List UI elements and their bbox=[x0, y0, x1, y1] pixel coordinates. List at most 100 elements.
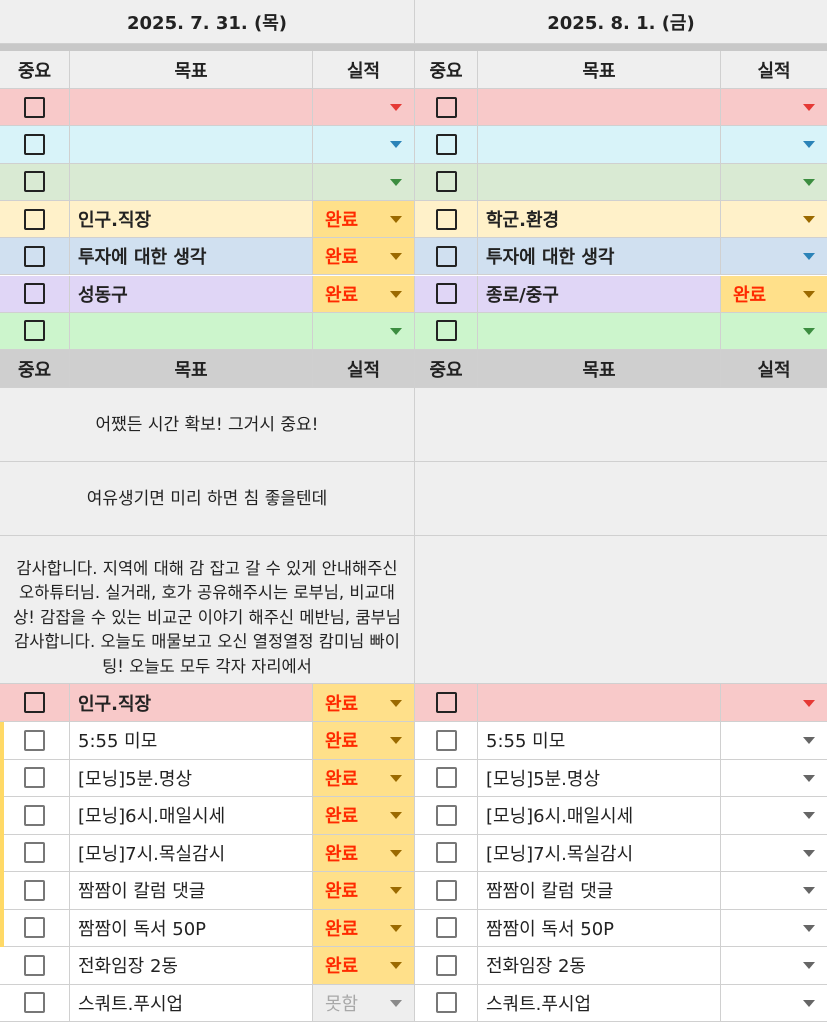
checkbox[interactable] bbox=[24, 245, 45, 267]
goal-cell[interactable] bbox=[70, 163, 313, 201]
checkbox[interactable] bbox=[24, 283, 45, 305]
goal-cell[interactable]: [모닝]7시.목실감시 bbox=[478, 834, 721, 872]
col-result-left-2[interactable]: 실적 bbox=[313, 350, 415, 388]
goal-cell[interactable] bbox=[70, 126, 313, 164]
goal-cell[interactable]: 5:55 미모 bbox=[70, 722, 313, 760]
goal-cell[interactable]: 인구.직장 bbox=[70, 684, 313, 722]
checkbox[interactable] bbox=[24, 879, 45, 901]
result-dropdown[interactable] bbox=[313, 126, 415, 164]
result-dropdown[interactable]: 완료 bbox=[313, 238, 415, 276]
checkbox[interactable] bbox=[24, 954, 45, 976]
checkbox[interactable] bbox=[435, 879, 457, 901]
result-dropdown[interactable] bbox=[721, 89, 827, 127]
goal-cell[interactable]: [모닝]5분.명상 bbox=[478, 759, 721, 797]
checkbox[interactable] bbox=[435, 954, 457, 976]
goal-cell[interactable] bbox=[70, 89, 313, 127]
checkbox[interactable] bbox=[24, 842, 45, 864]
result-dropdown[interactable] bbox=[721, 313, 827, 351]
col-goal-left-2[interactable]: 목표 bbox=[70, 350, 313, 388]
goal-cell[interactable]: 5:55 미모 bbox=[478, 722, 721, 760]
checkbox[interactable] bbox=[435, 245, 457, 267]
checkbox[interactable] bbox=[435, 804, 457, 826]
checkbox[interactable] bbox=[435, 96, 457, 118]
col-result-right[interactable]: 실적 bbox=[721, 51, 827, 89]
checkbox[interactable] bbox=[24, 96, 45, 118]
checkbox[interactable] bbox=[24, 917, 45, 939]
date-right[interactable]: 2025. 8. 1. (금) bbox=[415, 0, 827, 44]
checkbox[interactable] bbox=[435, 320, 457, 342]
checkbox[interactable] bbox=[24, 729, 45, 751]
goal-cell[interactable]: 짬짬이 독서 50P bbox=[478, 909, 721, 947]
goal-cell[interactable]: 스쿼트.푸시업 bbox=[478, 984, 721, 1022]
result-dropdown[interactable]: 완료 bbox=[313, 947, 415, 985]
checkbox[interactable] bbox=[24, 804, 45, 826]
checkbox[interactable] bbox=[24, 133, 45, 155]
memo-cell-1-right[interactable] bbox=[415, 388, 827, 462]
memo-cell-2-right[interactable] bbox=[415, 462, 827, 536]
goal-cell[interactable] bbox=[478, 89, 721, 127]
result-dropdown[interactable]: 완료 bbox=[313, 722, 415, 760]
result-dropdown[interactable] bbox=[721, 797, 827, 835]
col-goal-right-2[interactable]: 목표 bbox=[478, 350, 721, 388]
result-dropdown[interactable]: 완료 bbox=[313, 759, 415, 797]
checkbox[interactable] bbox=[435, 208, 457, 230]
result-dropdown[interactable] bbox=[721, 201, 827, 239]
goal-cell[interactable]: [모닝]5분.명상 bbox=[70, 759, 313, 797]
checkbox[interactable] bbox=[435, 729, 457, 751]
result-dropdown[interactable]: 완료 bbox=[313, 684, 415, 722]
result-dropdown[interactable] bbox=[721, 835, 827, 872]
goal-cell[interactable]: [모닝]7시.목실감시 bbox=[70, 834, 313, 872]
checkbox[interactable] bbox=[435, 171, 457, 193]
col-importance-right[interactable]: 중요 bbox=[415, 51, 478, 89]
result-dropdown[interactable] bbox=[313, 312, 415, 351]
checkbox[interactable] bbox=[435, 842, 457, 864]
result-dropdown[interactable] bbox=[721, 684, 827, 722]
checkbox[interactable] bbox=[435, 283, 457, 305]
result-dropdown[interactable] bbox=[721, 238, 827, 276]
goal-cell[interactable]: 전화임장 2동 bbox=[70, 947, 313, 985]
goal-cell[interactable] bbox=[478, 684, 721, 722]
checkbox[interactable] bbox=[24, 171, 45, 193]
memo-cell-3[interactable]: 감사합니다. 지역에 대해 감 잡고 갈 수 있게 안내해주신 오하튜터님. 실… bbox=[0, 536, 415, 684]
result-dropdown[interactable] bbox=[721, 760, 827, 797]
col-importance-right-2[interactable]: 중요 bbox=[415, 350, 478, 388]
result-dropdown[interactable]: 완료 bbox=[313, 200, 415, 239]
goal-cell[interactable] bbox=[478, 163, 721, 201]
checkbox[interactable] bbox=[435, 917, 457, 939]
result-dropdown[interactable] bbox=[313, 89, 415, 127]
goal-cell[interactable]: 전화임장 2동 bbox=[478, 947, 721, 985]
memo-cell-1[interactable]: 어쨌든 시간 확보! 그거시 중요! bbox=[0, 388, 415, 462]
memo-cell-3-right[interactable] bbox=[415, 536, 827, 684]
date-left[interactable]: 2025. 7. 31. (목) bbox=[0, 0, 415, 44]
goal-cell[interactable]: 스쿼트.푸시업 bbox=[70, 984, 313, 1022]
goal-cell[interactable]: 성동구 bbox=[70, 275, 313, 313]
goal-cell[interactable]: 투자에 대한 생각 bbox=[70, 238, 313, 276]
goal-cell[interactable] bbox=[478, 126, 721, 164]
memo-cell-2[interactable]: 여유생기면 미리 하면 침 좋을텐데 bbox=[0, 462, 415, 536]
result-dropdown[interactable]: 완료 bbox=[313, 797, 415, 835]
checkbox[interactable] bbox=[435, 767, 457, 789]
result-dropdown[interactable] bbox=[721, 722, 827, 760]
goal-cell[interactable] bbox=[70, 312, 313, 351]
col-result-left[interactable]: 실적 bbox=[313, 51, 415, 89]
checkbox[interactable] bbox=[435, 992, 457, 1014]
result-dropdown[interactable] bbox=[313, 163, 415, 201]
result-dropdown[interactable]: 완료 bbox=[721, 275, 827, 313]
checkbox[interactable] bbox=[435, 133, 457, 155]
col-goal-left[interactable]: 목표 bbox=[70, 51, 313, 89]
checkbox[interactable] bbox=[24, 992, 45, 1014]
goal-cell[interactable]: 인구.직장 bbox=[70, 200, 313, 239]
col-importance-left[interactable]: 중요 bbox=[0, 51, 70, 89]
goal-cell[interactable]: 짬짬이 칼럼 댓글 bbox=[70, 872, 313, 910]
result-dropdown[interactable] bbox=[721, 910, 827, 947]
result-dropdown[interactable] bbox=[721, 985, 827, 1022]
goal-cell[interactable]: [모닝]6시.매일시세 bbox=[70, 797, 313, 835]
goal-cell[interactable] bbox=[478, 312, 721, 351]
result-dropdown[interactable]: 완료 bbox=[313, 275, 415, 313]
result-dropdown[interactable]: 완료 bbox=[313, 834, 415, 872]
goal-cell[interactable]: 짬짬이 칼럼 댓글 bbox=[478, 872, 721, 910]
result-dropdown[interactable]: 완료 bbox=[313, 872, 415, 910]
goal-cell[interactable]: 짬짬이 독서 50P bbox=[70, 909, 313, 947]
col-importance-left-2[interactable]: 중요 bbox=[0, 350, 70, 388]
goal-cell[interactable]: 투자에 대한 생각 bbox=[478, 238, 721, 276]
